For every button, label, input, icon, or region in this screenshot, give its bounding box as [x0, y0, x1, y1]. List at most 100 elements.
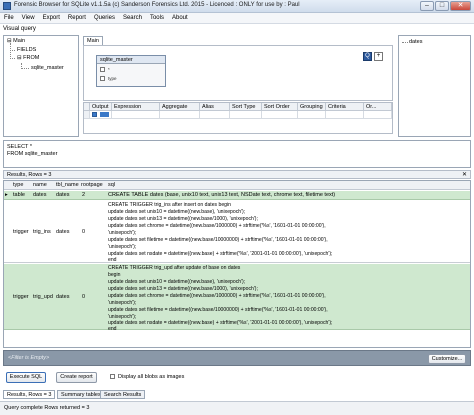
menu-view[interactable]: View [18, 13, 39, 23]
pin-icon[interactable]: ✕ [462, 171, 467, 178]
results-title: Results, Rows = 3 [7, 172, 52, 178]
table-item-dates[interactable]: dates [409, 39, 422, 45]
menu-about[interactable]: About [168, 13, 192, 23]
grid-cell[interactable] [326, 111, 364, 119]
sql-line: FROM sqlite_master [7, 151, 58, 157]
grid-header-grouping[interactable]: Grouping [298, 103, 326, 111]
sql-line: 'unixepoch'); [108, 230, 137, 236]
cell-name: dates [33, 192, 47, 198]
grid-header-criteria[interactable]: Criteria [326, 103, 364, 111]
column-header-sql[interactable]: sql [108, 182, 115, 188]
grid-header-output[interactable]: Output [90, 103, 112, 111]
column-header-rootpage[interactable]: rootpage [81, 182, 103, 188]
cell-rootpage: 0 [82, 294, 86, 300]
cell-rootpage: 0 [82, 229, 86, 235]
customize-button[interactable]: Customize... [428, 354, 466, 364]
cell-type: trigger [13, 294, 29, 300]
cell-type: trigger [13, 229, 29, 235]
menu-bar: File View Export Report Queries Search Tools Ab… [0, 13, 474, 24]
cell-sql: CREATE TABLE dates (base, unix10 text, u… [108, 192, 336, 198]
tab-main[interactable]: Main [83, 36, 103, 45]
sql-line: update dates set filetime = datetime((ne… [108, 237, 328, 243]
table-list-panel: dates [398, 35, 471, 137]
grid-cell[interactable] [230, 111, 262, 119]
grid-cell[interactable] [200, 111, 230, 119]
grid-cell[interactable] [160, 111, 200, 119]
sql-line: update dates set chrome = datetime((new.… [108, 293, 326, 299]
grid-cell[interactable] [262, 111, 298, 119]
collapse-icon[interactable]: ⊟ [7, 38, 12, 44]
table-box-title: sqlite_master [97, 56, 165, 64]
close-button[interactable]: ✕ [450, 1, 471, 11]
sql-editor[interactable]: SELECT * FROM sqlite_master [3, 140, 471, 168]
field-checkbox[interactable] [100, 76, 105, 82]
grid-cell[interactable] [364, 111, 392, 119]
zoom-icon[interactable]: Q [363, 52, 372, 61]
display-blobs-checkbox[interactable] [110, 374, 115, 380]
menu-tools[interactable]: Tools [146, 13, 168, 23]
sql-line: update dates set unix10 = datetime((new.… [108, 279, 246, 285]
grid-header-alias[interactable]: Alias [200, 103, 230, 111]
maximize-button[interactable]: □ [435, 1, 449, 11]
table-row[interactable]: trigger trig_upd dates 0 CREATE TRIGGER … [4, 264, 470, 332]
tab-search-results[interactable]: Search Results [100, 390, 146, 399]
sql-line: update dates set unix10 = datetime((new.… [108, 209, 246, 215]
field-checkbox[interactable] [100, 67, 105, 73]
query-designer: Main sqlite_master * type Q + Output Exp… [82, 35, 396, 137]
table-row[interactable]: ▸ table dates dates 2 CREATE TABLE dates… [4, 191, 470, 200]
tree-node-sqlite-master[interactable]: sqlite_master [31, 65, 64, 71]
cell-name: trig_ins [33, 229, 51, 235]
field-row[interactable]: type [100, 76, 117, 82]
menu-report[interactable]: Report [64, 13, 90, 23]
sql-line: 'unixepoch'); [108, 244, 137, 250]
table-row[interactable]: trigger trig_ins dates 0 CREATE TRIGGER … [4, 201, 470, 263]
results-column-header-row: type name tbl_name rootpage sql [4, 181, 470, 190]
sql-line: update dates set chrome = datetime((new.… [108, 223, 326, 229]
menu-file[interactable]: File [0, 13, 18, 23]
cell-rootpage: 2 [82, 192, 86, 198]
grid-cell-output[interactable] [90, 111, 112, 119]
bottom-tabs: Results, Rows = 3 Summary tables Search … [3, 390, 471, 400]
tab-results[interactable]: Results, Rows = 3 [3, 390, 56, 399]
grid-header-sort-type[interactable]: Sort Type [230, 103, 262, 111]
grid-header-expression[interactable]: Expression [112, 103, 160, 111]
table-box-sqlite-master[interactable]: sqlite_master * type [96, 55, 166, 87]
display-blobs-option[interactable]: Display all blobs as images [110, 374, 184, 380]
collapse-icon[interactable]: ⊟ [17, 55, 22, 61]
query-grid[interactable]: Output Expression Aggregate Alias Sort T… [83, 102, 393, 134]
tree-node-from[interactable]: ⊟ FROM [17, 55, 39, 61]
window-title: Forensic Browser for SQLite v1.1.5a (c) … [14, 2, 300, 8]
filter-placeholder[interactable]: <Filter is Empty> [8, 355, 49, 361]
cell-tbl-name: dates [56, 229, 70, 235]
column-header-name[interactable]: name [33, 182, 47, 188]
sql-line: end [108, 326, 117, 332]
grid-cell[interactable] [298, 111, 326, 119]
sql-line: update dates set unix13 = datetime((new.… [108, 216, 258, 222]
grid-header-sort-order[interactable]: Sort Order [262, 103, 298, 111]
column-header-tbl-name[interactable]: tbl_name [56, 182, 79, 188]
execute-sql-button[interactable]: Execute SQL [6, 372, 46, 383]
menu-search[interactable]: Search [119, 13, 146, 23]
results-grid[interactable]: type name tbl_name rootpage sql ▸ table … [3, 180, 471, 348]
expand-icon[interactable]: + [374, 52, 383, 61]
tab-summary-tables[interactable]: Summary tables [57, 390, 105, 399]
tree-node-fields[interactable]: FIELDS [17, 47, 36, 53]
design-canvas[interactable]: sqlite_master * type Q + [83, 45, 393, 101]
menu-export[interactable]: Export [39, 13, 64, 23]
filter-bar[interactable]: <Filter is Empty> Customize... [3, 350, 471, 366]
sql-line: update dates set nsdate = datetime((new.… [108, 320, 333, 326]
status-text: Query complete Rows returned = 3 [4, 405, 90, 411]
field-row[interactable]: * [100, 67, 110, 73]
sql-line: end [108, 257, 117, 263]
grid-header-aggregate[interactable]: Aggregate [160, 103, 200, 111]
column-header-type[interactable]: type [13, 182, 23, 188]
grid-cell[interactable] [112, 111, 160, 119]
minimize-button[interactable]: – [420, 1, 434, 11]
sql-line: CREATE TRIGGER trig_ins after insert on … [108, 202, 231, 208]
create-report-button[interactable]: Create report [56, 372, 97, 383]
cell-tbl-name: dates [56, 294, 70, 300]
app-icon [3, 2, 11, 10]
grid-header-or[interactable]: Or... [364, 103, 392, 111]
menu-queries[interactable]: Queries [90, 13, 119, 23]
tree-node-main[interactable]: ⊟ Main [7, 38, 25, 44]
